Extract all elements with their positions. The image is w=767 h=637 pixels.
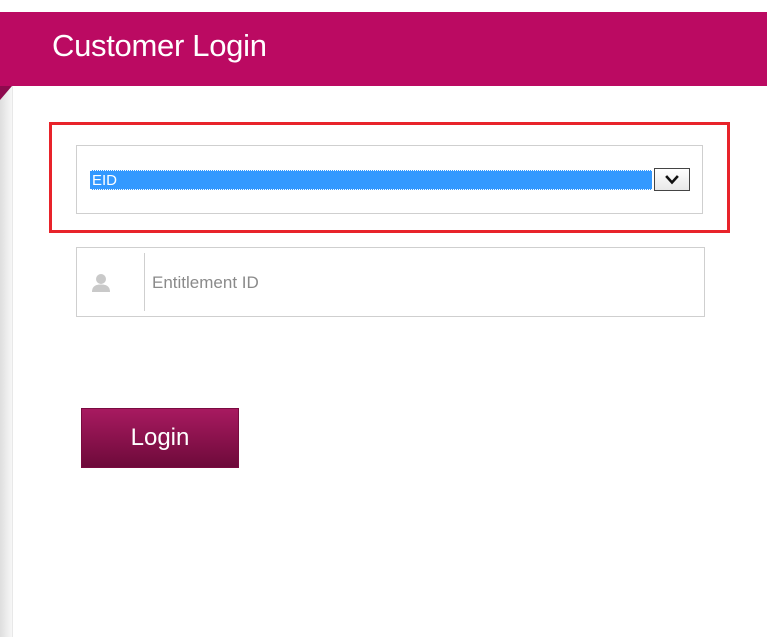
page-title: Customer Login	[52, 28, 267, 63]
header-notch	[0, 86, 12, 100]
entitlement-id-input[interactable]	[152, 268, 692, 298]
login-button[interactable]: Login	[81, 408, 239, 468]
login-type-select[interactable]: EID	[90, 170, 652, 190]
panel-left-edge	[0, 12, 13, 637]
chevron-down-icon	[665, 174, 679, 184]
select-dropdown-button[interactable]	[654, 168, 690, 191]
login-panel	[0, 12, 767, 637]
input-divider	[144, 253, 145, 311]
user-icon	[92, 274, 110, 292]
